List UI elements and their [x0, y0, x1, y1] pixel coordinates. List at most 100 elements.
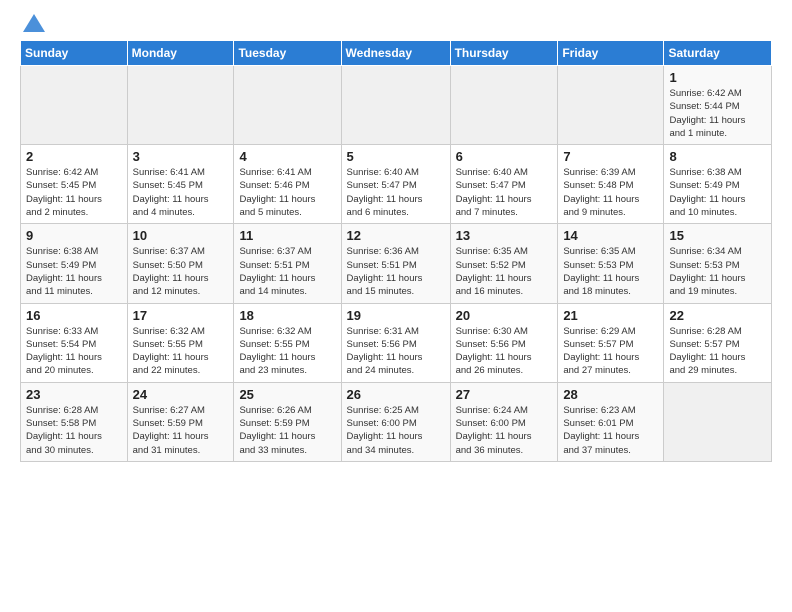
day-info: Sunrise: 6:41 AM Sunset: 5:46 PM Dayligh… — [239, 166, 335, 219]
calendar-cell: 18 Sunrise: 6:32 AM Sunset: 5:55 PM Dayli… — [234, 303, 341, 382]
calendar-cell: 13Sunrise: 6:35 AM Sunset: 5:52 PM Dayli… — [450, 224, 558, 303]
day-number: 26 — [347, 387, 445, 402]
day-number: 15 — [669, 228, 766, 243]
day-number: 12 — [347, 228, 445, 243]
calendar-cell: 19 Sunrise: 6:31 AM Sunset: 5:56 PM Dayli… — [341, 303, 450, 382]
day-number: 21 — [563, 308, 658, 323]
calendar-cell: 1 Sunrise: 6:42 AM Sunset: 5:44 PM Daylig… — [664, 66, 772, 145]
day-number: 20 — [456, 308, 553, 323]
weekday-header-monday: Monday — [127, 41, 234, 66]
calendar-cell: 21Sunrise: 6:29 AM Sunset: 5:57 PM Dayli… — [558, 303, 664, 382]
day-number: 14 — [563, 228, 658, 243]
calendar-cell: 8 Sunrise: 6:38 AM Sunset: 5:49 PM Daylig… — [664, 145, 772, 224]
calendar-cell: 24 Sunrise: 6:27 AM Sunset: 5:59 PM Dayli… — [127, 382, 234, 461]
calendar-cell: 10Sunrise: 6:37 AM Sunset: 5:50 PM Dayli… — [127, 224, 234, 303]
day-info: Sunrise: 6:38 AM Sunset: 5:49 PM Dayligh… — [669, 166, 766, 219]
calendar-cell: 28 Sunrise: 6:23 AM Sunset: 6:01 PM Dayli… — [558, 382, 664, 461]
day-info: Sunrise: 6:24 AM Sunset: 6:00 PM Dayligh… — [456, 404, 553, 457]
calendar-week-2: 2 Sunrise: 6:42 AM Sunset: 5:45 PM Daylig… — [21, 145, 772, 224]
day-info: Sunrise: 6:37 AM Sunset: 5:51 PM Dayligh… — [239, 245, 335, 298]
day-number: 8 — [669, 149, 766, 164]
day-info: Sunrise: 6:42 AM Sunset: 5:45 PM Dayligh… — [26, 166, 122, 219]
day-number: 23 — [26, 387, 122, 402]
calendar-cell — [21, 66, 128, 145]
calendar-cell: 14 Sunrise: 6:35 AM Sunset: 5:53 PM Dayli… — [558, 224, 664, 303]
day-info: Sunrise: 6:38 AM Sunset: 5:49 PM Dayligh… — [26, 245, 122, 298]
calendar-cell: 25 Sunrise: 6:26 AM Sunset: 5:59 PM Dayli… — [234, 382, 341, 461]
day-number: 22 — [669, 308, 766, 323]
calendar-cell: 12 Sunrise: 6:36 AM Sunset: 5:51 PM Dayli… — [341, 224, 450, 303]
day-number: 17 — [133, 308, 229, 323]
calendar-cell: 9 Sunrise: 6:38 AM Sunset: 5:49 PM Daylig… — [21, 224, 128, 303]
day-number: 2 — [26, 149, 122, 164]
day-info: Sunrise: 6:23 AM Sunset: 6:01 PM Dayligh… — [563, 404, 658, 457]
day-info: Sunrise: 6:42 AM Sunset: 5:44 PM Dayligh… — [669, 87, 766, 140]
calendar-week-4: 16Sunrise: 6:33 AM Sunset: 5:54 PM Dayli… — [21, 303, 772, 382]
day-info: Sunrise: 6:27 AM Sunset: 5:59 PM Dayligh… — [133, 404, 229, 457]
calendar-cell: 20 Sunrise: 6:30 AM Sunset: 5:56 PM Dayli… — [450, 303, 558, 382]
day-info: Sunrise: 6:26 AM Sunset: 5:59 PM Dayligh… — [239, 404, 335, 457]
calendar-cell: 2 Sunrise: 6:42 AM Sunset: 5:45 PM Daylig… — [21, 145, 128, 224]
day-number: 7 — [563, 149, 658, 164]
day-info: Sunrise: 6:40 AM Sunset: 5:47 PM Dayligh… — [347, 166, 445, 219]
day-number: 28 — [563, 387, 658, 402]
calendar-cell: 27 Sunrise: 6:24 AM Sunset: 6:00 PM Dayli… — [450, 382, 558, 461]
calendar-cell: 4 Sunrise: 6:41 AM Sunset: 5:46 PM Daylig… — [234, 145, 341, 224]
calendar-cell: 17 Sunrise: 6:32 AM Sunset: 5:55 PM Dayli… — [127, 303, 234, 382]
day-info: Sunrise: 6:32 AM Sunset: 5:55 PM Dayligh… — [239, 325, 335, 378]
day-number: 9 — [26, 228, 122, 243]
calendar-week-5: 23Sunrise: 6:28 AM Sunset: 5:58 PM Dayli… — [21, 382, 772, 461]
calendar-cell: 7 Sunrise: 6:39 AM Sunset: 5:48 PM Daylig… — [558, 145, 664, 224]
day-number: 4 — [239, 149, 335, 164]
weekday-header-row: SundayMondayTuesdayWednesdayThursdayFrid… — [21, 41, 772, 66]
calendar-cell: 5 Sunrise: 6:40 AM Sunset: 5:47 PM Daylig… — [341, 145, 450, 224]
weekday-header-saturday: Saturday — [664, 41, 772, 66]
day-info: Sunrise: 6:36 AM Sunset: 5:51 PM Dayligh… — [347, 245, 445, 298]
day-number: 18 — [239, 308, 335, 323]
day-number: 13 — [456, 228, 553, 243]
logo-icon — [23, 14, 45, 32]
weekday-header-friday: Friday — [558, 41, 664, 66]
calendar-cell — [450, 66, 558, 145]
weekday-header-wednesday: Wednesday — [341, 41, 450, 66]
calendar-cell — [234, 66, 341, 145]
weekday-header-tuesday: Tuesday — [234, 41, 341, 66]
day-number: 11 — [239, 228, 335, 243]
calendar-week-1: 1 Sunrise: 6:42 AM Sunset: 5:44 PM Daylig… — [21, 66, 772, 145]
day-info: Sunrise: 6:28 AM Sunset: 5:57 PM Dayligh… — [669, 325, 766, 378]
day-info: Sunrise: 6:39 AM Sunset: 5:48 PM Dayligh… — [563, 166, 658, 219]
calendar-table: SundayMondayTuesdayWednesdayThursdayFrid… — [20, 40, 772, 462]
calendar-cell — [664, 382, 772, 461]
day-info: Sunrise: 6:41 AM Sunset: 5:45 PM Dayligh… — [133, 166, 229, 219]
calendar-cell — [127, 66, 234, 145]
day-info: Sunrise: 6:30 AM Sunset: 5:56 PM Dayligh… — [456, 325, 553, 378]
header — [20, 16, 772, 32]
day-number: 6 — [456, 149, 553, 164]
calendar-cell: 15 Sunrise: 6:34 AM Sunset: 5:53 PM Dayli… — [664, 224, 772, 303]
day-info: Sunrise: 6:31 AM Sunset: 5:56 PM Dayligh… — [347, 325, 445, 378]
day-info: Sunrise: 6:34 AM Sunset: 5:53 PM Dayligh… — [669, 245, 766, 298]
calendar-header: SundayMondayTuesdayWednesdayThursdayFrid… — [21, 41, 772, 66]
day-info: Sunrise: 6:32 AM Sunset: 5:55 PM Dayligh… — [133, 325, 229, 378]
page: SundayMondayTuesdayWednesdayThursdayFrid… — [0, 0, 792, 472]
day-number: 5 — [347, 149, 445, 164]
calendar-cell: 3 Sunrise: 6:41 AM Sunset: 5:45 PM Daylig… — [127, 145, 234, 224]
day-number: 10 — [133, 228, 229, 243]
day-number: 3 — [133, 149, 229, 164]
calendar-cell — [341, 66, 450, 145]
calendar-body: 1 Sunrise: 6:42 AM Sunset: 5:44 PM Daylig… — [21, 66, 772, 462]
day-number: 24 — [133, 387, 229, 402]
day-number: 25 — [239, 387, 335, 402]
day-number: 19 — [347, 308, 445, 323]
day-number: 27 — [456, 387, 553, 402]
day-info: Sunrise: 6:35 AM Sunset: 5:53 PM Dayligh… — [563, 245, 658, 298]
calendar-cell — [558, 66, 664, 145]
calendar-cell: 23Sunrise: 6:28 AM Sunset: 5:58 PM Dayli… — [21, 382, 128, 461]
calendar-cell: 22 Sunrise: 6:28 AM Sunset: 5:57 PM Dayli… — [664, 303, 772, 382]
day-info: Sunrise: 6:25 AM Sunset: 6:00 PM Dayligh… — [347, 404, 445, 457]
calendar-week-3: 9 Sunrise: 6:38 AM Sunset: 5:49 PM Daylig… — [21, 224, 772, 303]
logo — [20, 16, 45, 32]
day-info: Sunrise: 6:40 AM Sunset: 5:47 PM Dayligh… — [456, 166, 553, 219]
day-info: Sunrise: 6:33 AM Sunset: 5:54 PM Dayligh… — [26, 325, 122, 378]
day-number: 1 — [669, 70, 766, 85]
